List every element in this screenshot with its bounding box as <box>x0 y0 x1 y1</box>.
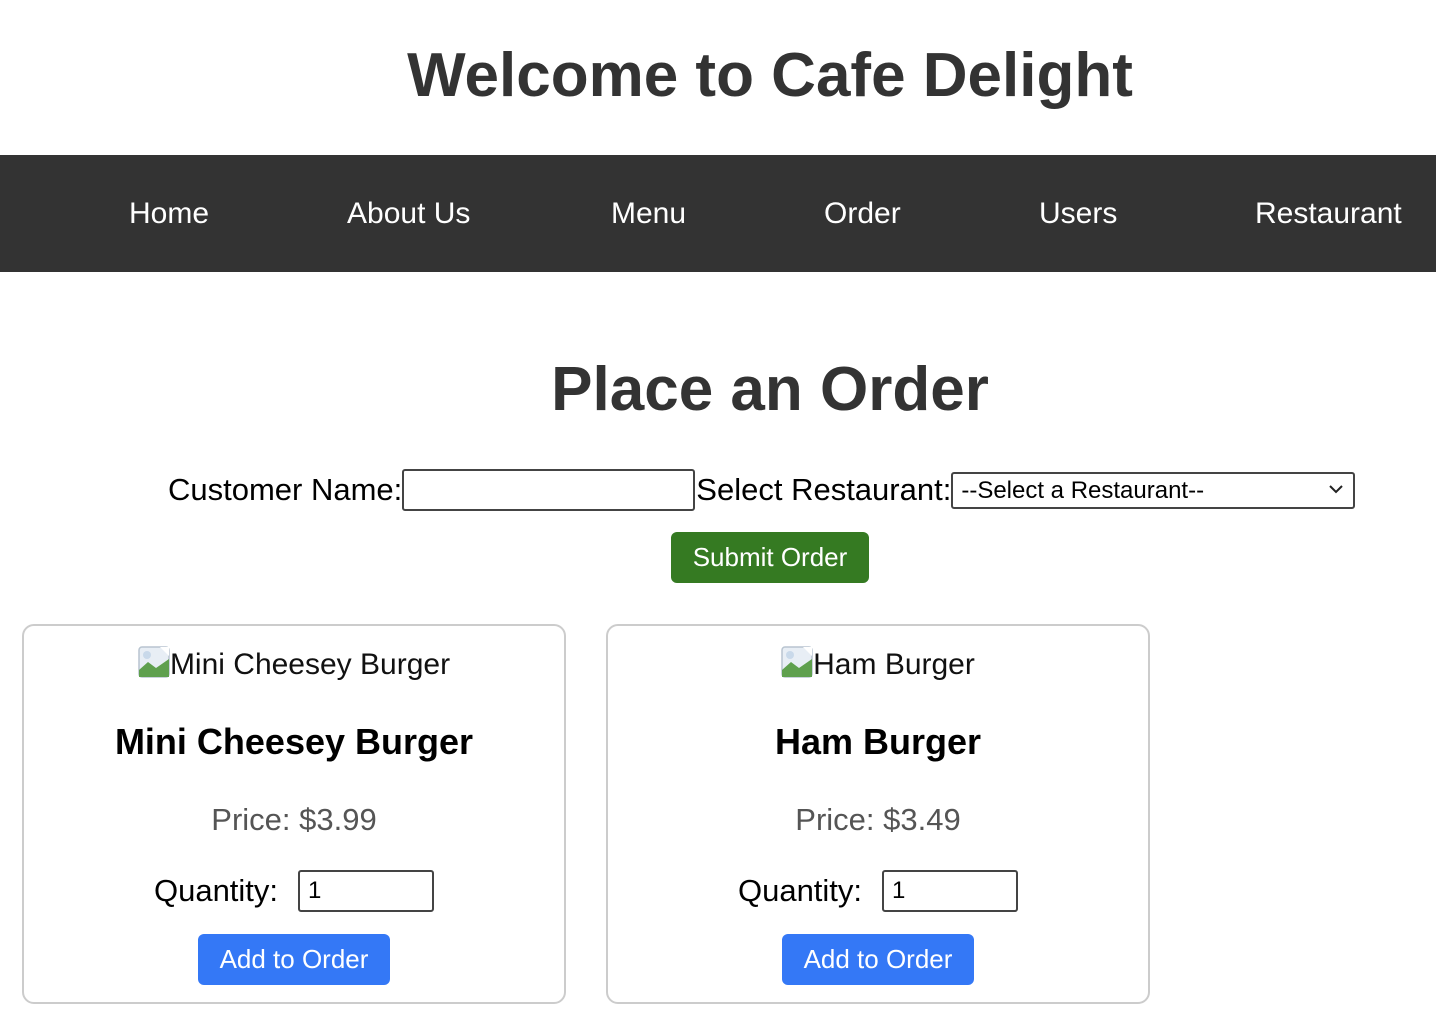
restaurant-select-value: --Select a Restaurant-- <box>961 476 1205 504</box>
quantity-row: Quantity: 1 <box>608 870 1148 912</box>
broken-image-icon <box>138 646 170 678</box>
nav-item-home[interactable]: Home <box>129 155 209 272</box>
add-to-order-button[interactable]: Add to Order <box>198 934 390 985</box>
order-form-row: Customer Name: Select Restaurant: --Sele… <box>168 468 1356 512</box>
menu-item-price: Price: $3.49 <box>795 802 961 837</box>
menu-item-price: Price: $3.99 <box>211 802 377 837</box>
site-title: Welcome to Cafe Delight <box>407 41 1133 110</box>
customer-name-label: Customer Name: <box>168 472 403 507</box>
quantity-label: Quantity: <box>153 873 279 908</box>
menu-item-name: Ham Burger <box>774 721 982 762</box>
quantity-input[interactable]: 1 <box>882 870 1019 912</box>
menu-item-image: Ham Burger <box>608 646 1148 684</box>
menu-item-name: Mini Cheesey Burger <box>114 721 474 762</box>
quantity-input[interactable]: 1 <box>298 870 435 912</box>
broken-image-icon <box>781 646 813 678</box>
customer-name-input[interactable] <box>402 469 696 511</box>
add-to-order-button[interactable]: Add to Order <box>782 934 974 985</box>
nav-item-about-us[interactable]: About Us <box>347 155 470 272</box>
menu-item-image-alt: Ham Burger <box>813 648 975 681</box>
main-navbar: Home About Us Menu Order Users Restauran… <box>0 155 1436 272</box>
menu-item-image: Mini Cheesey Burger <box>24 646 564 684</box>
nav-item-order[interactable]: Order <box>824 155 901 272</box>
menu-item-card: Ham Burger Ham Burger Price: $3.49 Quant… <box>606 624 1150 1004</box>
nav-item-users[interactable]: Users <box>1039 155 1117 272</box>
menu-item-image-alt: Mini Cheesey Burger <box>169 648 451 681</box>
page-heading: Place an Order <box>551 355 989 424</box>
submit-order-button[interactable]: Submit Order <box>671 532 869 583</box>
nav-item-menu[interactable]: Menu <box>611 155 686 272</box>
site-header: Welcome to Cafe Delight <box>0 0 1436 155</box>
restaurant-label: Select Restaurant: <box>696 472 952 507</box>
chevron-down-icon <box>1329 484 1344 493</box>
restaurant-select[interactable]: --Select a Restaurant-- <box>951 471 1356 509</box>
quantity-label: Quantity: <box>737 873 863 908</box>
nav-item-restaurant[interactable]: Restaurant <box>1255 155 1402 272</box>
menu-item-card: Mini Cheesey Burger Mini Cheesey Burger … <box>22 624 566 1004</box>
quantity-row: Quantity: 1 <box>24 870 564 912</box>
